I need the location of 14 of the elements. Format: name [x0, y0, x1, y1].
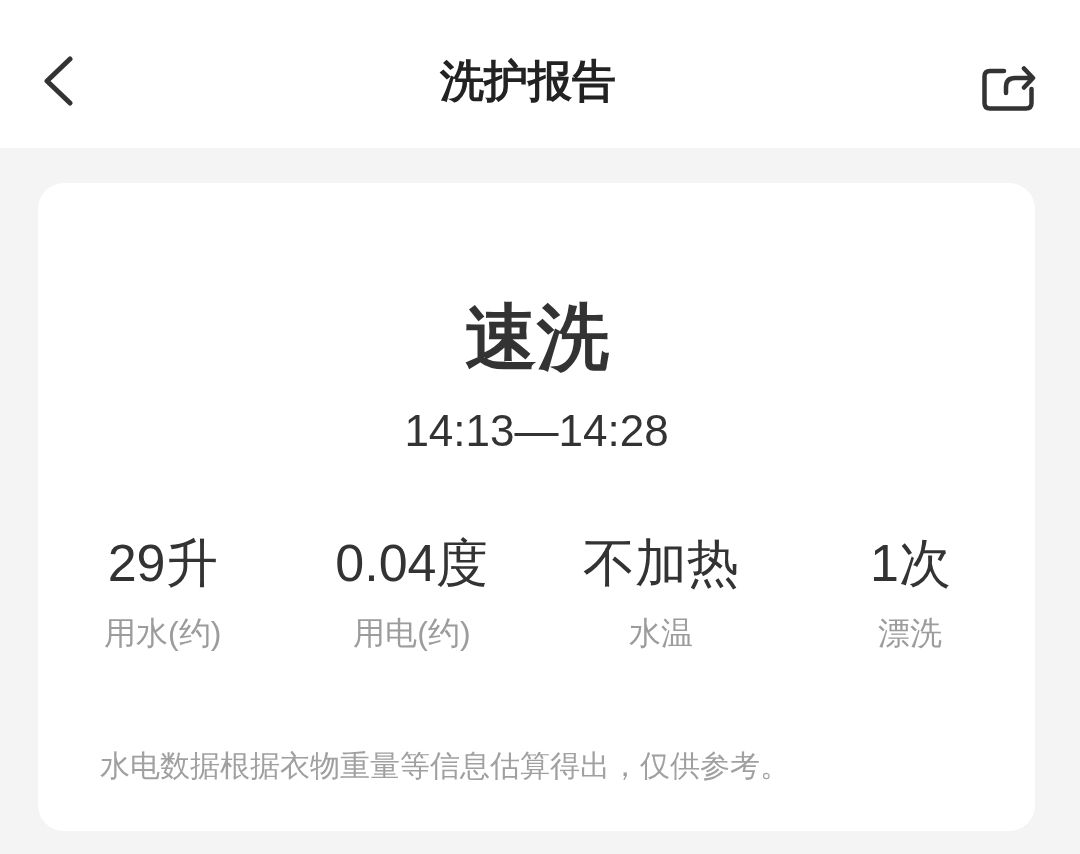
estimate-note: 水电数据根据衣物重量等信息估算得出，仅供参考。 [100, 748, 791, 784]
back-button[interactable] [42, 56, 74, 106]
stat-value: 29升 [107, 534, 218, 592]
program-name: 速洗 [464, 297, 609, 377]
stat-value: 0.04度 [335, 534, 489, 592]
stat-value: 不加热 [583, 534, 740, 592]
back-chevron-icon [42, 56, 74, 106]
page-title: 洗护报告 [440, 54, 616, 107]
stat-label: 水温 [629, 615, 694, 651]
time-range: 14:13—14:28 [404, 406, 669, 455]
stat-label: 用电(约) [353, 615, 471, 651]
stat-label: 用水(约) [103, 615, 222, 651]
stat-value: 1次 [869, 534, 951, 592]
stat-label: 漂洗 [878, 615, 943, 651]
